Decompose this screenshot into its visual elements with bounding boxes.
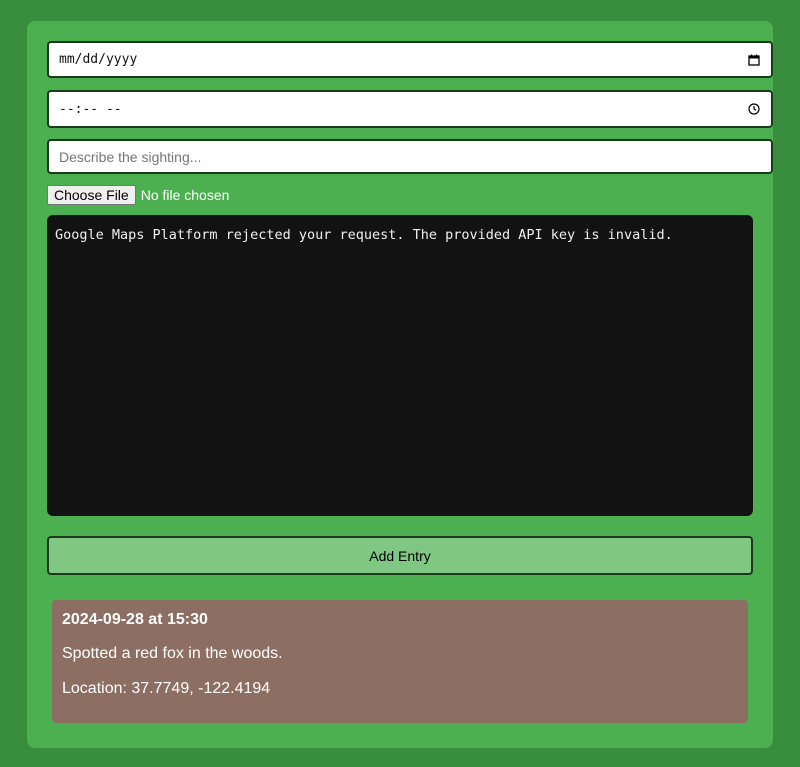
clock-icon[interactable] bbox=[747, 102, 761, 116]
entry-description: Spotted a red fox in the woods. bbox=[62, 645, 283, 662]
file-status-text: No file chosen bbox=[140, 187, 230, 203]
sighting-entry: 2024-09-28 at 15:30 Spotted a red fox in… bbox=[52, 600, 748, 723]
calendar-icon[interactable] bbox=[747, 53, 761, 67]
entry-location: Location: 37.7749, -122.4194 bbox=[62, 680, 271, 697]
time-input[interactable]: --:-- -- bbox=[47, 90, 773, 128]
choose-file-button[interactable]: Choose File bbox=[47, 185, 136, 205]
description-input[interactable]: Describe the sighting... bbox=[47, 139, 773, 174]
sighting-form-card: mm/dd/yyyy --:-- -- Describe the sightin… bbox=[27, 21, 773, 748]
date-input[interactable]: mm/dd/yyyy bbox=[47, 41, 773, 78]
entry-timestamp: 2024-09-28 at 15:30 bbox=[62, 611, 208, 628]
map-error-message: Google Maps Platform rejected your reque… bbox=[55, 227, 673, 243]
map-container[interactable]: Google Maps Platform rejected your reque… bbox=[47, 215, 753, 516]
description-placeholder: Describe the sighting... bbox=[59, 148, 202, 165]
file-upload: Choose File No file chosen bbox=[47, 185, 229, 205]
date-input-placeholder: mm/dd/yyyy bbox=[59, 52, 138, 67]
time-input-placeholder: --:-- -- bbox=[59, 101, 122, 117]
add-entry-button[interactable]: Add Entry bbox=[47, 536, 753, 575]
